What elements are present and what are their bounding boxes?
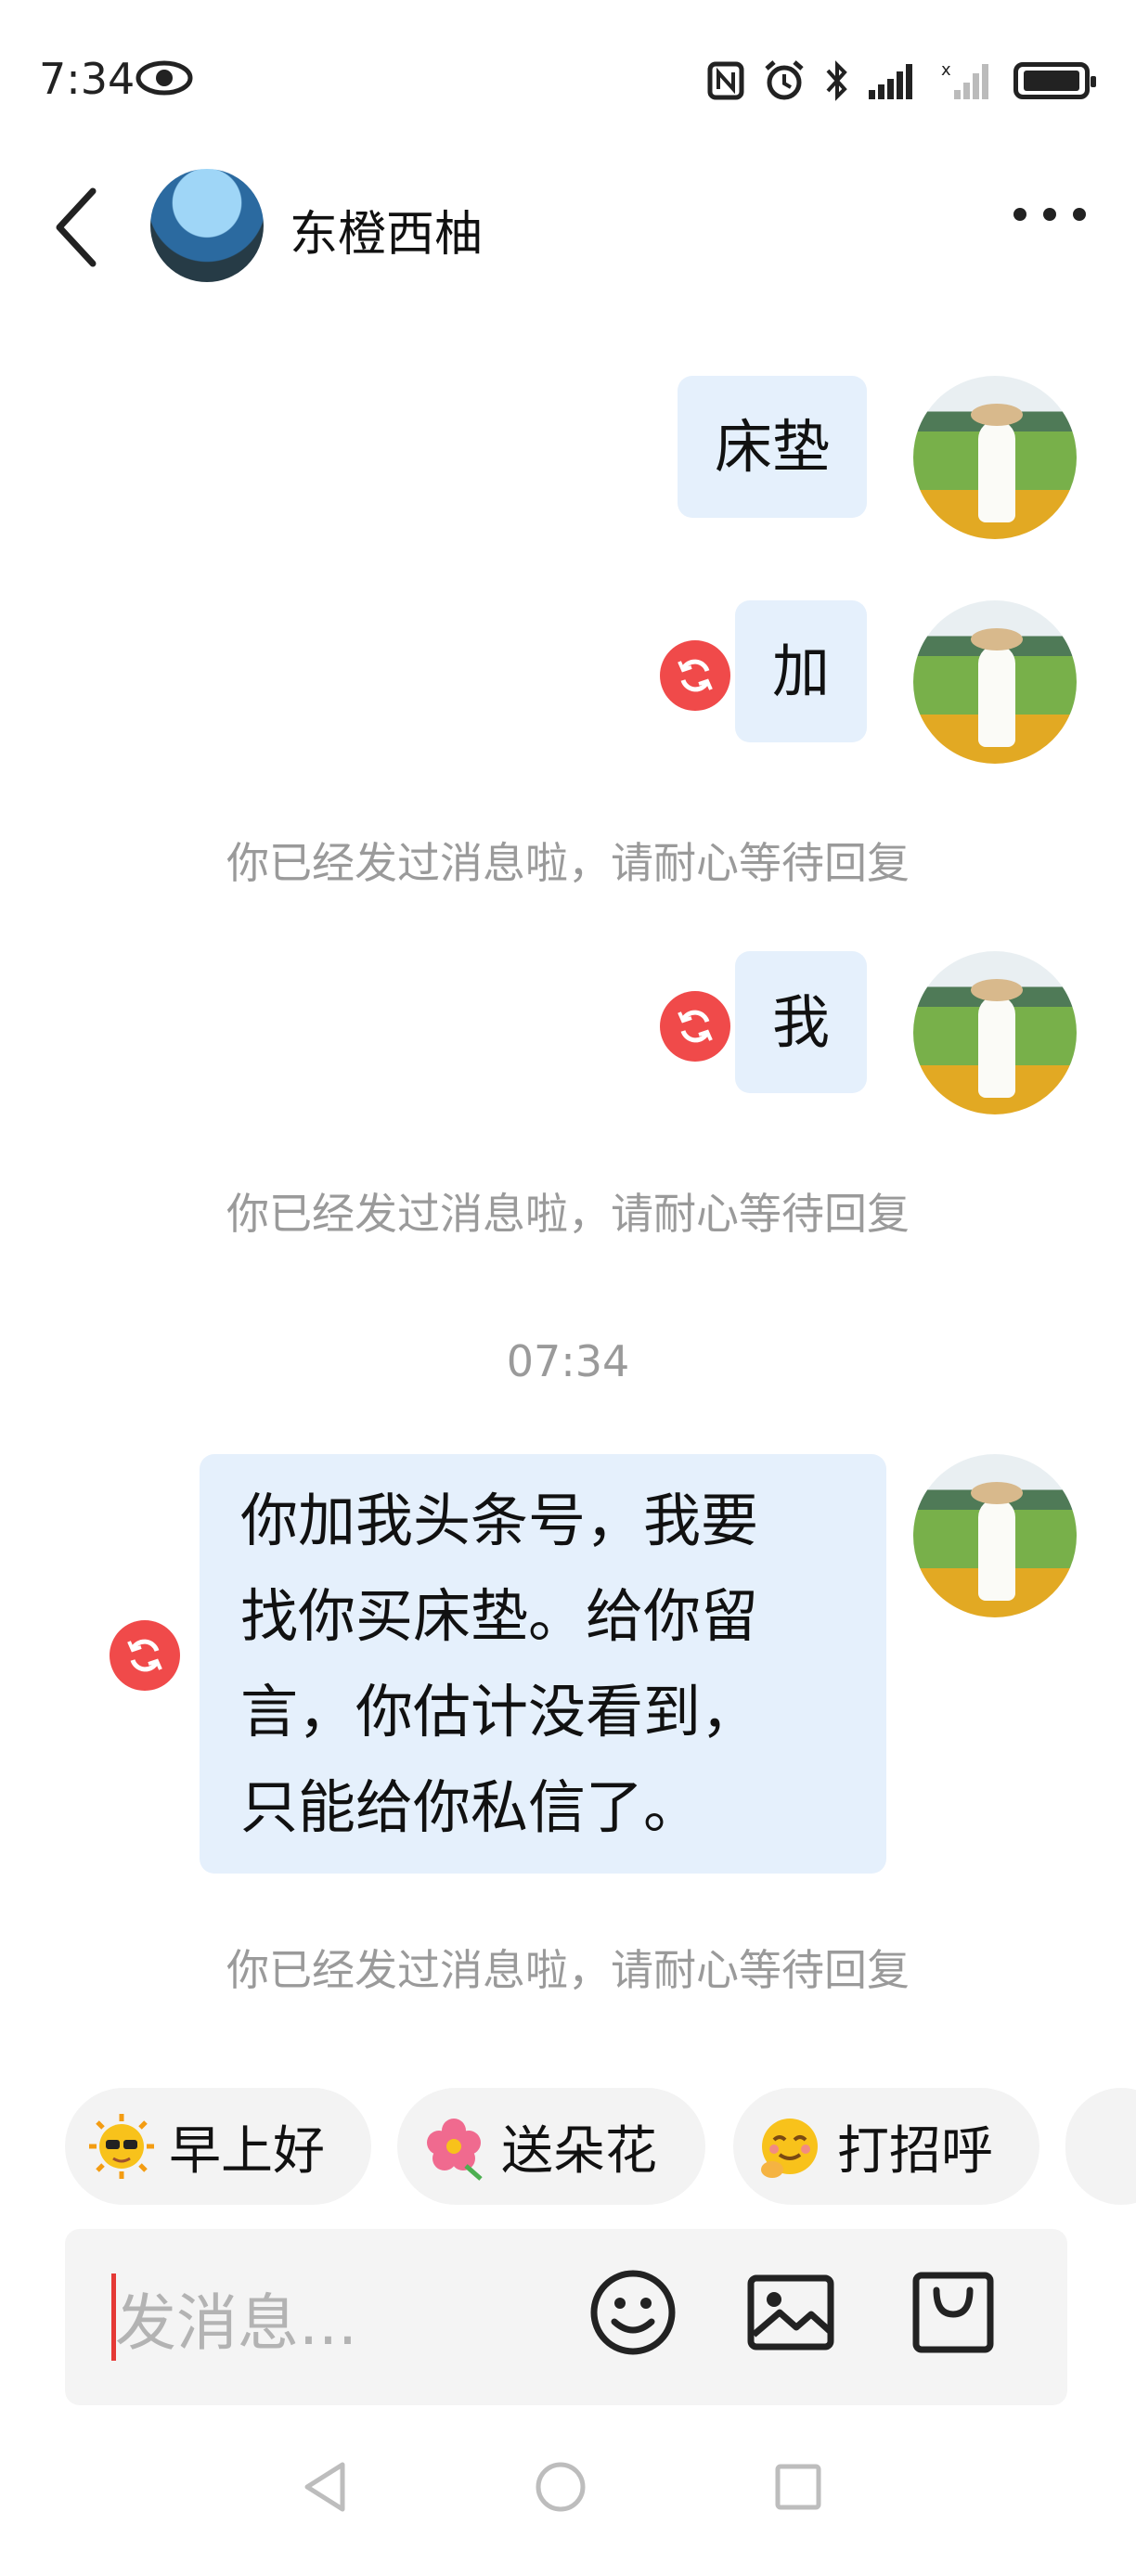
message-line: 只能给你私信了。 [240,1773,702,1841]
chevron-left-icon [56,187,97,267]
quick-reply-send-flower[interactable]: 送朵花 [397,2088,705,2205]
resend-icon[interactable] [660,991,730,1062]
quick-reply-label: 送朵花 [501,2120,657,2182]
smiling-wave-emoji-icon [755,2112,824,2181]
notice-text: 你已经发过消息啦，请耐心等待回复 [226,838,910,888]
quick-reply-good-morning[interactable]: 早上好 [65,2088,371,2205]
emoji-button[interactable] [585,2264,681,2361]
status-time: 7:34 [39,54,136,104]
back-button[interactable] [52,186,108,269]
contact-avatar[interactable] [150,169,264,282]
triangle-back-icon [304,2462,345,2512]
my-avatar[interactable] [913,1454,1077,1617]
shopping-bag-icon [912,2272,994,2353]
resend-icon[interactable] [660,640,730,711]
message-bubble[interactable]: 加 [734,600,867,742]
svg-text:x: x [941,62,951,80]
square-recents-icon [775,2464,821,2510]
resend-icon[interactable] [110,1620,180,1691]
alarm-icon [765,60,804,100]
battery-icon [1013,62,1096,99]
nav-home-button[interactable] [528,2454,593,2519]
message-line: 找你买床垫。给你留 [240,1582,759,1650]
message-line: 你加我头条号，我要 [240,1487,759,1554]
eye-icon [136,59,193,100]
my-avatar[interactable] [913,376,1077,539]
message-line: 言，你估计没看到， [240,1678,759,1745]
circle-home-icon [536,2462,586,2512]
shop-button[interactable] [905,2264,1001,2361]
message-bubble[interactable]: 你加我头条号，我要 找你买床垫。给你留 言，你估计没看到， 只能给你私信了。 [200,1454,886,1874]
notice-text: 你已经发过消息啦，请耐心等待回复 [226,1945,910,1995]
smiley-icon [590,2270,676,2355]
my-avatar[interactable] [913,951,1077,1114]
status-icons: x [707,59,1096,102]
nav-back-button[interactable] [292,2454,357,2519]
flower-emoji-icon [420,2112,488,2181]
quick-reply-say-hi[interactable]: 打招呼 [733,2088,1039,2205]
message-input[interactable]: 发消息... [115,2273,357,2363]
message-timestamp: 07:34 [506,1336,630,1386]
image-button[interactable] [742,2264,839,2361]
message-bubble[interactable]: 床垫 [677,376,867,518]
nfc-icon [707,61,744,100]
nav-recents-button[interactable] [766,2454,831,2519]
signal-no-service-icon: x [941,62,988,99]
more-options-button[interactable] [1013,208,1086,221]
notice-text: 你已经发过消息啦，请耐心等待回复 [226,1189,910,1239]
my-avatar[interactable] [913,600,1077,764]
image-icon [747,2274,834,2351]
contact-name: 东橙西柚 [290,207,484,263]
quick-reply-label: 早上好 [169,2120,325,2182]
sun-sunglasses-emoji-icon [87,2112,156,2181]
bluetooth-icon [826,60,847,101]
quick-reply-partial[interactable] [1065,2088,1136,2205]
signal-icon [869,64,912,99]
quick-reply-label: 打招呼 [837,2120,993,2182]
message-bubble[interactable]: 我 [734,951,867,1093]
